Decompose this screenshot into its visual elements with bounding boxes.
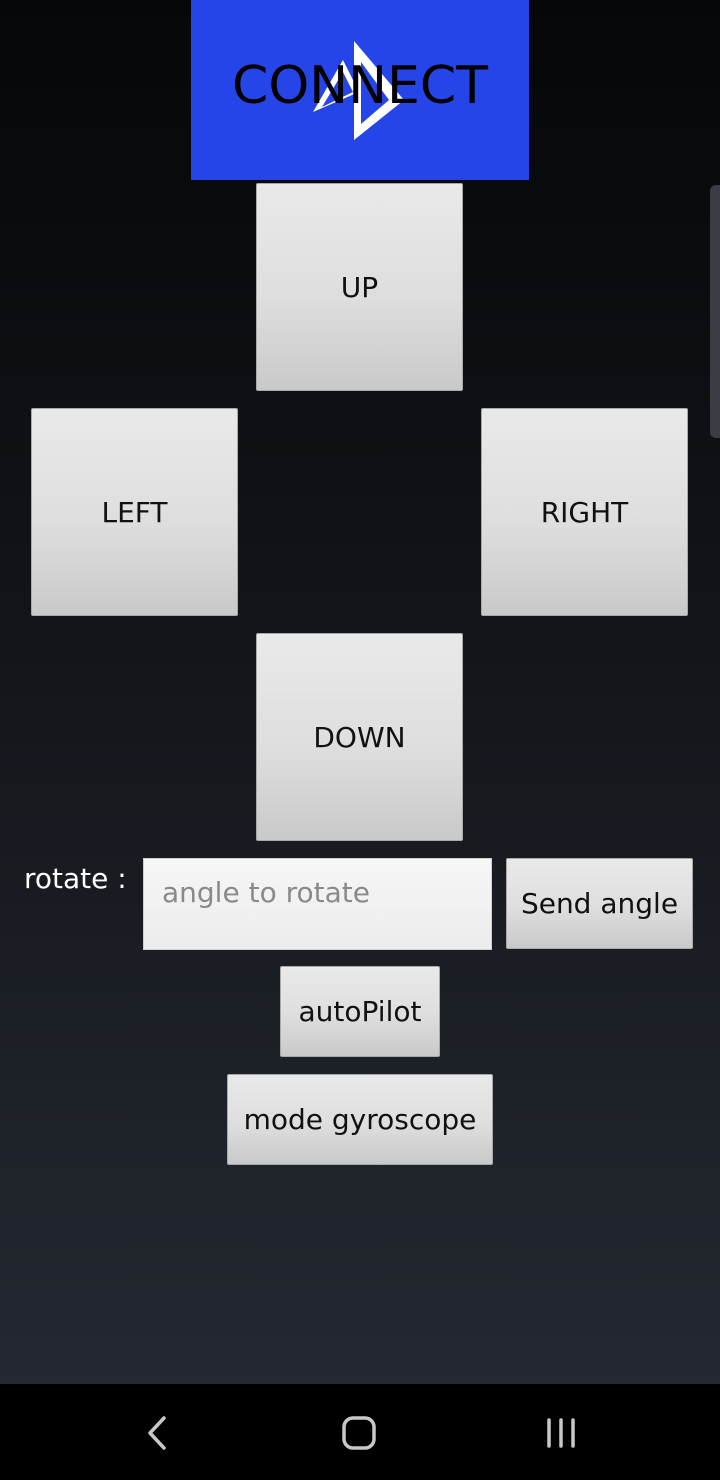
angle-input[interactable] <box>143 858 492 950</box>
back-button[interactable] <box>128 1404 188 1460</box>
rotate-label: rotate : <box>24 862 127 895</box>
right-button[interactable]: RIGHT <box>481 408 688 616</box>
up-button[interactable]: UP <box>256 183 463 391</box>
back-icon <box>148 1416 166 1450</box>
scroll-indicator[interactable] <box>710 185 720 438</box>
connect-button[interactable]: CONNECT <box>191 0 529 180</box>
autopilot-button[interactable]: autoPilot <box>280 966 440 1057</box>
home-icon <box>342 1416 376 1450</box>
recents-button[interactable] <box>531 1404 591 1460</box>
angle-input-container <box>143 858 492 950</box>
send-angle-button[interactable]: Send angle <box>506 858 693 949</box>
connect-label: CONNECT <box>232 56 488 116</box>
home-button[interactable] <box>329 1404 389 1460</box>
down-button[interactable]: DOWN <box>256 633 463 841</box>
left-button[interactable]: LEFT <box>31 408 238 616</box>
gyroscope-mode-button[interactable]: mode gyroscope <box>227 1074 493 1165</box>
navigation-bar <box>0 1384 720 1480</box>
recents-icon <box>547 1418 575 1448</box>
